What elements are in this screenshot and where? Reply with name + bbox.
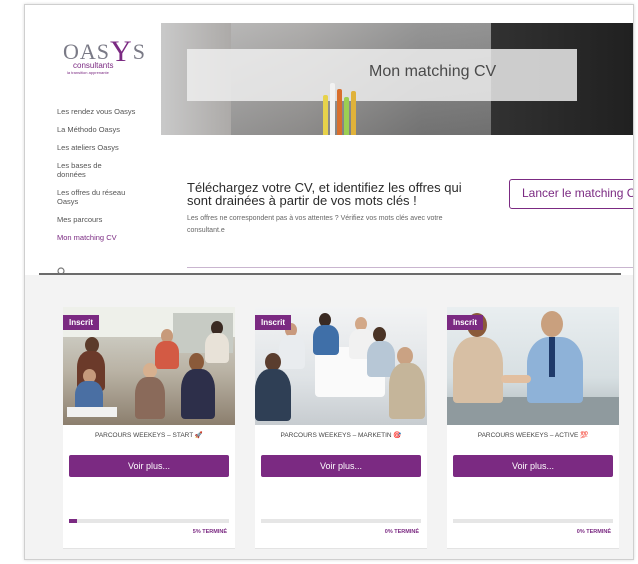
course-title: PARCOURS WEEKEYS – START 🚀 [94,432,204,439]
course-card-start[interactable]: Inscrit PARCOURS WEEKEYS – START 🚀 Voir … [63,307,235,549]
app-window: OASYS consultants la transition apprenan… [24,4,634,560]
course-title: PARCOURS WEEKEYS – MARKETIN 🎯 [280,432,402,439]
progress-label: 0% TERMINÉ [576,529,611,535]
course-card-active[interactable]: Inscrit PARCOURS WEEKEYS – ACTIVE 💯 Voir… [447,307,619,549]
sidebar-item-matching-cv[interactable]: Mon matching CV [57,233,157,242]
progress-label: 0% TERMINÉ [384,529,419,535]
sidebar-item-rendez-vous[interactable]: Les rendez vous Oasys [57,107,157,116]
start-matching-button[interactable]: Lancer le matching CV [509,179,633,209]
course-image-team: Inscrit [255,307,427,425]
enrolled-badge: Inscrit [447,315,484,330]
sidebar-nav: Les rendez vous Oasys La Méthodo Oasys L… [57,107,157,251]
view-more-button[interactable]: Voir plus... [261,455,421,477]
progress-bar [69,519,229,523]
logo-tagline: la transition apprenante [67,70,109,75]
course-card-marketing[interactable]: Inscrit PARCOURS WEEKEYS – MARKETIN 🎯 Vo… [255,307,427,549]
progress-bar [453,519,613,523]
cta-title: Téléchargez votre CV, et identifiez les … [187,180,462,208]
sidebar-item-ateliers[interactable]: Les ateliers Oasys [57,143,157,152]
section-divider [187,267,633,268]
sidebar: OASYS consultants la transition apprenan… [25,5,161,277]
progress-bar [261,519,421,523]
course-title: PARCOURS WEEKEYS – ACTIVE 💯 [477,432,589,439]
view-more-button[interactable]: Voir plus... [69,455,229,477]
courses-section: Inscrit PARCOURS WEEKEYS – START 🚀 Voir … [25,275,633,559]
pencils-illustration [321,71,361,135]
cta-description: Les offres ne correspondent pas à vos at… [187,215,443,234]
oasys-logo[interactable]: OASYS consultants la transition apprenan… [63,23,145,75]
enrolled-badge: Inscrit [63,315,100,330]
view-more-button[interactable]: Voir plus... [453,455,613,477]
sidebar-item-methodo[interactable]: La Méthodo Oasys [57,125,157,134]
enrolled-badge: Inscrit [255,315,292,330]
course-image-meeting: Inscrit [63,307,235,425]
logo-subtitle: consultants [73,61,114,70]
progress-label: 5% TERMINÉ [192,529,227,535]
sidebar-item-mes-parcours[interactable]: Mes parcours [57,215,157,224]
progress-fill [69,519,77,523]
sidebar-item-offres-reseau[interactable]: Les offres du réseau Oasys [57,188,137,206]
course-image-handshake: Inscrit [447,307,619,425]
page-title: Mon matching CV [369,63,497,80]
cv-matching-section: Téléchargez votre CV, et identifiez les … [161,135,633,273]
sidebar-item-bases-donnees[interactable]: Les bases de données [57,161,113,179]
hero-banner-image: Mon matching CV [161,23,633,135]
